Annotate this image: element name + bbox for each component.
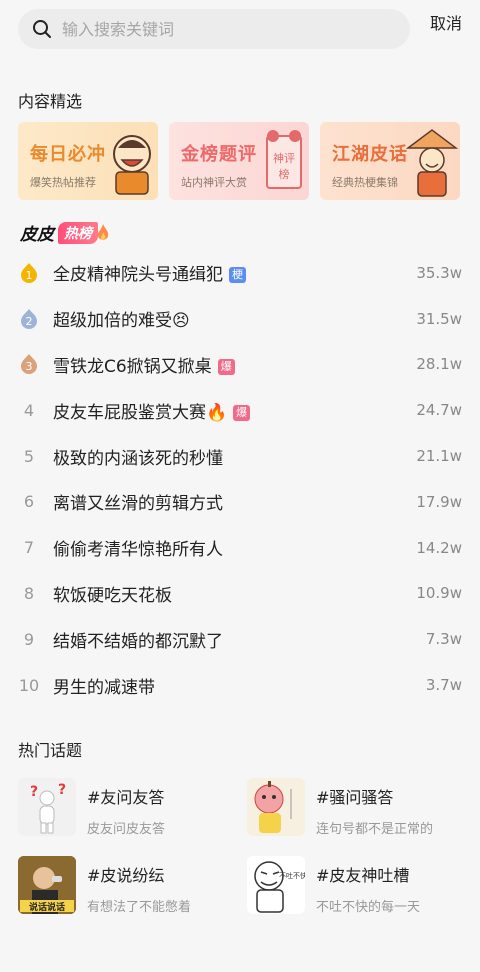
search-icon xyxy=(33,20,51,38)
rank-title: 超级加倍的难受😣 xyxy=(53,311,190,332)
cancel-button[interactable]: 取消 xyxy=(430,10,462,34)
hot-list-item[interactable]: 10 男生的减速带 3.7w xyxy=(0,662,480,708)
rank-count: 3.7w xyxy=(425,676,462,695)
topic-thumbnail: ? ? xyxy=(18,778,76,836)
featured-cards: 每日必冲 爆笑热帖推荐 金榜题评 站内神评大赏 神评 榜 江湖皮话 经典热梗集锦 xyxy=(18,122,460,200)
topic-name: #皮友神吐槽 xyxy=(316,866,410,885)
tag-badge: 梗 xyxy=(229,267,246,284)
rank-number: 2 xyxy=(19,308,39,330)
rank-count: 35.3w xyxy=(416,263,462,282)
topic-thumbnail xyxy=(247,778,305,836)
topic-thumbnail: 不吐不快 xyxy=(247,856,305,914)
hot-list-item[interactable]: 3 雪铁龙C6掀锅又掀桌爆 28.1w xyxy=(0,342,480,388)
featured-section-title: 内容精选 xyxy=(18,92,83,111)
rank-number: 9 xyxy=(23,629,35,649)
rank-title: 结婚不结婚的都沉默了 xyxy=(53,631,223,652)
apple-cartoon-icon xyxy=(254,781,292,833)
hot-list-badge: 热榜 xyxy=(58,221,98,244)
bronze-medal-icon: 3 xyxy=(21,354,37,375)
tag-badge: 爆 xyxy=(217,358,235,375)
svg-text:神评: 神评 xyxy=(273,151,295,165)
hot-list-item[interactable]: 8 软饭硬吃天花板 10.9w xyxy=(0,571,480,617)
rank-count: 28.1w xyxy=(416,355,462,374)
rank-count: 17.9w xyxy=(416,492,462,511)
rank-number: 4 xyxy=(23,400,35,420)
rank-title: 极致的内涵该死的秒懂 xyxy=(53,448,223,469)
topic-description: 有想法了不能憋着 xyxy=(87,900,192,915)
topic-thumbnail: 说话说话 xyxy=(18,856,76,914)
rank-count: 10.9w xyxy=(416,584,462,603)
hot-list-item[interactable]: 7 偷偷考清华惊艳所有人 14.2w xyxy=(0,525,480,571)
hot-list-item[interactable]: 6 离谱又丝滑的剪辑方式 17.9w xyxy=(0,479,480,525)
tag-badge: 爆 xyxy=(233,404,251,421)
straw-hat-cartoon-icon xyxy=(406,129,458,197)
topic-name: #皮说纷纭 xyxy=(87,866,165,885)
rank-count: 14.2w xyxy=(416,538,462,557)
svg-text:榜: 榜 xyxy=(279,167,290,181)
rank-number: 1 xyxy=(19,262,39,284)
rank-title: 全皮精神院头号通缉犯梗 xyxy=(53,260,246,285)
topic-item[interactable]: 不吐不快 #皮友神吐槽 不吐不快的每一天 xyxy=(247,856,467,916)
topic-item[interactable]: ? ? #友问友答 皮友问皮友答 xyxy=(18,778,238,838)
rank-number: 6 xyxy=(23,492,35,512)
rank-count: 21.1w xyxy=(416,447,462,466)
rank-count: 7.3w xyxy=(425,630,462,649)
svg-text:2: 2 xyxy=(26,315,33,328)
svg-text:?: ? xyxy=(30,784,38,800)
hot-list-header: 皮皮 热榜 xyxy=(20,220,110,245)
hot-list-item[interactable]: 4 皮友车屁股鉴赏大赛🔥 爆 24.7w xyxy=(0,387,480,433)
rank-title: 离谱又丝滑的剪辑方式 xyxy=(53,494,223,515)
hot-list-item[interactable]: 1 全皮精神院头号通缉犯梗 35.3w xyxy=(0,250,480,296)
hot-ranking-list: 1 全皮精神院头号通缉犯梗 35.3w 2 超级加倍的难受😣 31.5w 3 雪… xyxy=(0,250,480,708)
hot-list-item[interactable]: 2 超级加倍的难受😣 31.5w xyxy=(0,296,480,342)
gold-medal-icon: 1 xyxy=(21,262,37,283)
hot-list-brand: 皮皮 xyxy=(20,225,54,245)
featured-card-jianghu[interactable]: 江湖皮话 经典热梗集锦 xyxy=(320,122,460,200)
featured-card-gold[interactable]: 金榜题评 站内神评大赏 神评 榜 xyxy=(169,122,309,200)
topic-name: #友问友答 xyxy=(87,788,165,807)
rank-number: 8 xyxy=(23,583,35,603)
rank-number: 10 xyxy=(18,675,40,695)
svg-text:说话说话: 说话说话 xyxy=(29,901,65,913)
rank-title: 男生的减速带 xyxy=(53,677,155,698)
rank-number: 3 xyxy=(19,353,39,375)
rank-title: 雪铁龙C6掀锅又掀桌爆 xyxy=(53,352,235,377)
svg-text:?: ? xyxy=(58,782,66,798)
hot-list-item[interactable]: 9 结婚不结婚的都沉默了 7.3w xyxy=(0,616,480,662)
hot-list-item[interactable]: 5 极致的内涵该死的秒懂 21.1w xyxy=(0,433,480,479)
speaking-person-icon: 说话说话 xyxy=(18,856,76,914)
topic-item[interactable]: 说话说话 #皮说纷纭 有想法了不能憋着 xyxy=(18,856,238,916)
topic-description: 连句号都不是正常的 xyxy=(316,822,434,837)
rank-count: 24.7w xyxy=(416,401,462,420)
topics-section-title: 热门话题 xyxy=(18,741,83,760)
featured-card-daily[interactable]: 每日必冲 爆笑热帖推荐 xyxy=(18,122,158,200)
search-bar xyxy=(18,8,480,50)
search-input[interactable] xyxy=(62,19,382,39)
silver-medal-icon: 2 xyxy=(21,308,37,329)
rank-count: 31.5w xyxy=(416,309,462,328)
rank-number: 5 xyxy=(23,446,35,466)
search-box[interactable] xyxy=(18,9,410,49)
flame-icon xyxy=(97,223,109,240)
rank-title: 软饭硬吃天花板 xyxy=(53,585,172,606)
rank-title: 皮友车屁股鉴赏大赛🔥 爆 xyxy=(53,398,251,423)
laughing-cartoon-icon xyxy=(113,135,151,195)
svg-text:3: 3 xyxy=(26,360,33,373)
question-figure-icon: ? ? xyxy=(30,782,66,834)
rank-number: 7 xyxy=(23,538,35,558)
topic-name: #骚问骚答 xyxy=(316,788,394,807)
scroll-banner-icon: 神评 榜 xyxy=(266,130,302,189)
meme-face-icon: 不吐不快 xyxy=(254,861,305,913)
topic-item[interactable]: #骚问骚答 连句号都不是正常的 xyxy=(247,778,467,838)
svg-text:不吐不快: 不吐不快 xyxy=(279,871,305,880)
rank-title: 偷偷考清华惊艳所有人 xyxy=(53,540,223,561)
topic-description: 皮友问皮友答 xyxy=(87,822,166,837)
topic-description: 不吐不快的每一天 xyxy=(316,900,421,915)
svg-text:1: 1 xyxy=(26,269,33,282)
